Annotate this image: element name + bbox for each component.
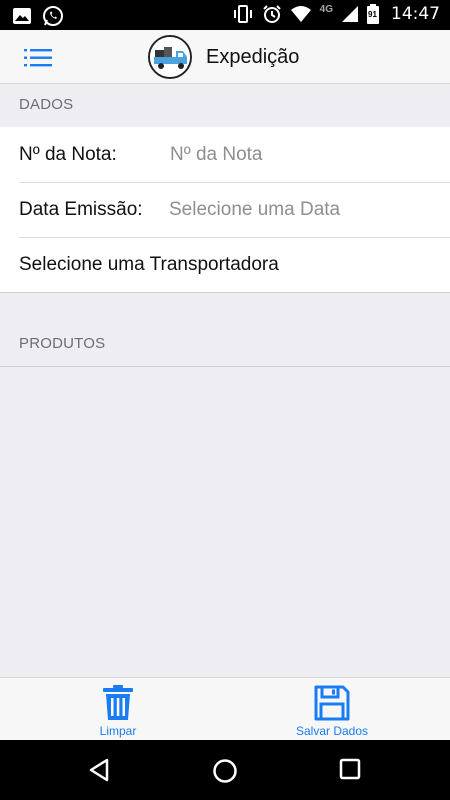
recents-icon [339,758,361,780]
status-bar: 4G 91 14:47 [0,0,450,30]
alarm-icon [262,4,282,24]
section-header-dados: DADOS [19,96,74,113]
home-button[interactable] [212,758,238,789]
list-menu-icon [24,49,52,67]
whatsapp-icon [42,5,64,27]
clock: 14:47 [391,4,440,24]
wifi-icon [290,5,312,23]
transportadora-label: Selecione uma Transportadora [19,253,279,275]
data-row: Data Emissão: [0,182,450,237]
bottom-toolbar: Limpar Salvar Dados [0,677,450,740]
recents-button[interactable] [339,758,361,785]
menu-button[interactable] [22,47,54,69]
dados-form: Nº da Nota: Data Emissão: Selecione uma … [0,127,450,292]
back-icon [89,758,109,782]
save-floppy-icon [314,685,350,721]
home-icon [213,759,237,783]
back-button[interactable] [88,758,110,787]
battery-level: 91 [368,10,377,19]
divider [0,292,450,293]
signal-icon [341,5,359,23]
transportadora-select[interactable]: Selecione uma Transportadora [0,237,450,292]
page-title: Expedição [206,45,300,68]
app-header: Expedição [0,30,450,84]
salvar-label: Salvar Dados [295,724,369,738]
nota-label: Nº da Nota: [19,143,117,165]
produtos-list [0,367,450,677]
battery-icon: 91 [367,4,379,24]
title-wrap: Expedição [148,34,299,80]
limpar-label: Limpar [99,724,137,738]
trash-icon [103,685,133,720]
nota-input[interactable] [170,127,430,182]
network-label: 4G [319,3,333,15]
section-header-produtos: PRODUTOS [19,335,106,352]
vibrate-icon [232,5,254,23]
truck-logo [148,35,192,79]
limpar-button[interactable]: Limpar [92,684,144,738]
nota-row: Nº da Nota: [0,127,450,182]
image-icon [12,7,32,25]
salvar-dados-button[interactable]: Salvar Dados [292,684,372,738]
data-emissao-input[interactable] [169,182,429,237]
navigation-bar [0,740,450,800]
data-emissao-label: Data Emissão: [19,198,143,220]
